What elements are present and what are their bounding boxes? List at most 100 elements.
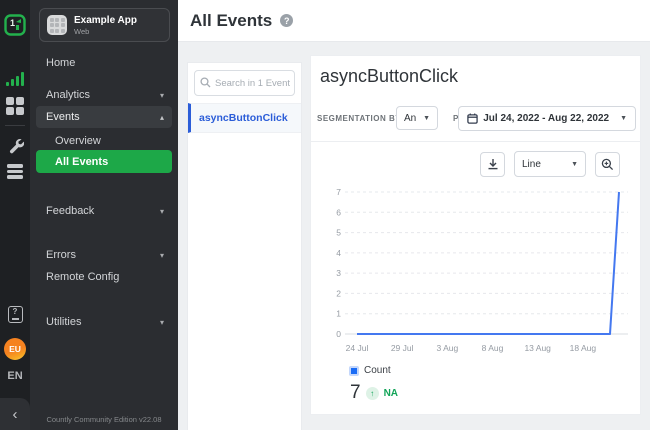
nav-label: Overview bbox=[55, 135, 101, 147]
filter-row: SEGMENTATION BY An ▼ PERIOD Jul 24, 2022… bbox=[317, 106, 636, 131]
sidebar-item-errors[interactable]: Errors ▾ bbox=[30, 246, 178, 264]
svg-text:13 Aug: 13 Aug bbox=[524, 343, 551, 353]
legend-checkbox-icon bbox=[349, 366, 359, 376]
zoom-button[interactable] bbox=[595, 152, 620, 177]
event-detail-title: asyncButtonClick bbox=[320, 66, 458, 87]
svg-text:5: 5 bbox=[336, 228, 341, 238]
chart-type-select[interactable]: Line ▼ bbox=[514, 151, 586, 177]
svg-text:7: 7 bbox=[336, 187, 341, 197]
page-title: All Events bbox=[190, 11, 272, 31]
page-header: All Events ? bbox=[178, 0, 650, 42]
section-divider bbox=[311, 141, 640, 142]
nav-label: Utilities bbox=[46, 316, 81, 328]
legend-label: Count bbox=[364, 365, 391, 376]
calendar-icon bbox=[467, 113, 478, 124]
trend-change: NA bbox=[384, 388, 398, 399]
svg-text:24 Jul: 24 Jul bbox=[346, 343, 369, 353]
avatar-initials: EU bbox=[4, 338, 26, 360]
download-icon bbox=[487, 158, 499, 170]
icon-rail: 1 ? EU EN ‹ bbox=[0, 0, 30, 430]
svg-text:4: 4 bbox=[336, 248, 341, 258]
sidebar-item-home[interactable]: Home bbox=[30, 54, 178, 72]
search-wrap bbox=[194, 70, 295, 96]
nav-label: Remote Config bbox=[46, 271, 119, 283]
sidebar-item-events[interactable]: Events ▴ bbox=[36, 106, 172, 128]
segmentation-value: An bbox=[404, 113, 416, 124]
svg-text:6: 6 bbox=[336, 207, 341, 217]
svg-text:1: 1 bbox=[10, 18, 15, 28]
stack-glyph bbox=[7, 164, 23, 181]
chevron-down-icon: ▾ bbox=[160, 207, 164, 216]
countly-dashboard: 1 ? EU EN ‹ bbox=[0, 0, 650, 430]
trend-up-icon: ↑ bbox=[366, 387, 379, 400]
segmentation-select[interactable]: An ▼ bbox=[396, 106, 438, 130]
event-detail-panel: asyncButtonClick SEGMENTATION BY An ▼ PE… bbox=[310, 55, 641, 415]
grid-glyph bbox=[6, 97, 24, 115]
sidebar-item-overview[interactable]: Overview bbox=[30, 132, 178, 150]
apps-grid-icon[interactable] bbox=[0, 97, 30, 115]
svg-text:2: 2 bbox=[336, 288, 341, 298]
chevron-down-icon: ▼ bbox=[423, 115, 430, 122]
sidebar-item-all-events[interactable]: All Events bbox=[36, 150, 172, 173]
sidebar: Example App Web Home Analytics ▾ Events … bbox=[30, 0, 178, 430]
svg-text:8 Aug: 8 Aug bbox=[482, 343, 504, 353]
legend-count[interactable]: Count bbox=[349, 365, 391, 376]
management-wrench-icon[interactable] bbox=[0, 137, 30, 154]
sidebar-collapse-button[interactable]: ‹ bbox=[0, 398, 30, 430]
analytics-bars-icon[interactable] bbox=[0, 72, 30, 86]
nav-label: Home bbox=[46, 57, 75, 69]
help-question-icon[interactable]: ? bbox=[280, 14, 293, 27]
helpdoc-glyph: ? bbox=[8, 306, 23, 323]
language-label: EN bbox=[7, 370, 22, 382]
user-avatar[interactable]: EU bbox=[0, 338, 30, 360]
nav-label: Feedback bbox=[46, 205, 94, 217]
rail-divider bbox=[5, 125, 25, 126]
chevron-down-icon: ▼ bbox=[571, 161, 578, 168]
segmentation-label: SEGMENTATION BY bbox=[317, 114, 401, 123]
nav-label: Events bbox=[46, 111, 80, 123]
total-row: 7 ↑ NA bbox=[350, 382, 398, 404]
search-icon bbox=[200, 77, 211, 88]
app-placeholder-icon bbox=[47, 15, 67, 35]
chart-controls: Line ▼ bbox=[480, 151, 620, 177]
bars-glyph bbox=[6, 72, 24, 86]
sidebar-item-utilities[interactable]: Utilities ▾ bbox=[30, 313, 178, 331]
event-list-panel: asyncButtonClick bbox=[187, 62, 302, 430]
wrench-glyph bbox=[7, 137, 24, 154]
event-list-item-selected[interactable]: asyncButtonClick bbox=[188, 103, 301, 133]
chart-type-value: Line bbox=[522, 159, 541, 170]
svg-text:18 Aug: 18 Aug bbox=[570, 343, 597, 353]
date-range-picker[interactable]: Jul 24, 2022 - Aug 22, 2022 ▼ bbox=[458, 106, 636, 131]
language-selector[interactable]: EN bbox=[0, 370, 30, 382]
svg-text:29 Jul: 29 Jul bbox=[391, 343, 414, 353]
app-type: Web bbox=[74, 27, 137, 36]
chevron-down-icon: ▾ bbox=[160, 318, 164, 327]
chevron-up-icon: ▴ bbox=[160, 113, 164, 122]
app-name: Example App bbox=[74, 15, 137, 27]
nav-label: Errors bbox=[46, 249, 76, 261]
sidebar-item-remote-config[interactable]: Remote Config bbox=[30, 268, 178, 286]
period-value: Jul 24, 2022 - Aug 22, 2022 bbox=[483, 113, 609, 124]
svg-text:3: 3 bbox=[336, 268, 341, 278]
sidebar-item-analytics[interactable]: Analytics ▾ bbox=[30, 86, 178, 104]
sidebar-item-feedback[interactable]: Feedback ▾ bbox=[30, 202, 178, 220]
chevron-left-icon: ‹ bbox=[13, 406, 18, 423]
app-selector[interactable]: Example App Web bbox=[39, 8, 170, 42]
nav-label: All Events bbox=[55, 156, 108, 168]
total-count: 7 bbox=[350, 382, 361, 404]
svg-text:3 Aug: 3 Aug bbox=[436, 343, 458, 353]
line-chart[interactable]: 0 1 2 3 4 5 6 7 24 Jul 29 Jul 3 Aug 8 Aug 13 Aug 18 A… bbox=[331, 184, 631, 360]
svg-text:0: 0 bbox=[336, 329, 341, 339]
chevron-down-icon: ▾ bbox=[160, 91, 164, 100]
version-footer: Countly Community Edition v22.08 bbox=[30, 415, 178, 424]
chevron-down-icon: ▾ bbox=[160, 251, 164, 260]
download-button[interactable] bbox=[480, 152, 505, 177]
svg-text:1: 1 bbox=[336, 309, 341, 319]
data-manager-icon[interactable] bbox=[0, 164, 30, 181]
countly-logo-icon[interactable]: 1 bbox=[4, 14, 26, 36]
chevron-down-icon: ▼ bbox=[620, 115, 627, 122]
main-content: All Events ? asyncButtonClick asyncButto… bbox=[178, 0, 650, 430]
magnifier-plus-icon bbox=[601, 158, 614, 171]
event-name: asyncButtonClick bbox=[199, 112, 288, 124]
help-center-icon[interactable]: ? bbox=[0, 306, 30, 323]
